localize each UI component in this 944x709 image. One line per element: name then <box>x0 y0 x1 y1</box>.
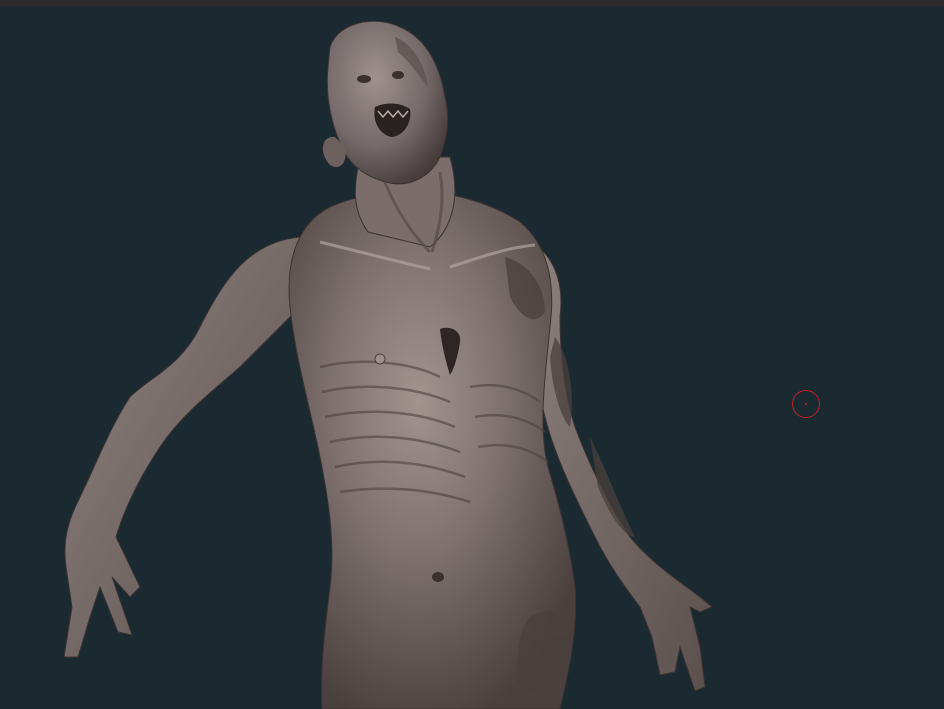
top-toolbar-strip <box>0 0 944 7</box>
eye-right <box>392 71 404 79</box>
sculpt-model[interactable] <box>0 7 944 709</box>
nipple <box>374 353 386 365</box>
3d-viewport-canvas[interactable] <box>0 7 944 709</box>
navel <box>432 572 444 582</box>
brush-circle-icon <box>792 390 820 418</box>
eye-left <box>357 75 371 83</box>
brush-center-dot <box>805 403 807 405</box>
left-arm <box>63 236 321 658</box>
head <box>326 20 449 185</box>
